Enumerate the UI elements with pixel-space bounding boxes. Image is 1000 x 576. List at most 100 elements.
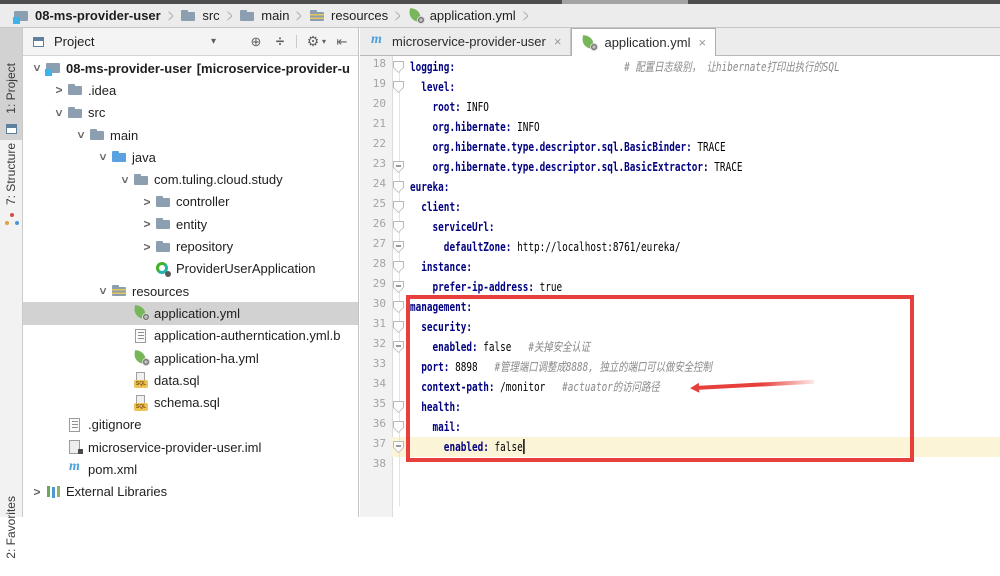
fold-open-icon[interactable] (393, 301, 404, 313)
tree-item-application-yml[interactable]: >application.yml (23, 302, 358, 325)
code-line-36[interactable]: mail: (410, 417, 840, 437)
tree-item-controller[interactable]: > controller (23, 191, 358, 213)
breadcrumb-item-application-yml[interactable]: application.yml (405, 8, 519, 24)
tree-item-resources[interactable]: > resources (23, 280, 358, 302)
chevron-collapsed-icon[interactable]: > (139, 195, 155, 209)
tree-item-idea[interactable]: > .idea (23, 79, 358, 101)
code-line-25[interactable]: client: (410, 197, 840, 217)
line-number: 27 (372, 237, 386, 250)
code-line-27[interactable]: defaultZone: http://localhost:8761/eurek… (410, 237, 840, 257)
code-line-37[interactable]: enabled: false (410, 437, 840, 457)
fold-open-icon[interactable] (393, 321, 404, 333)
code-line-30[interactable]: management: (410, 297, 840, 317)
code-line-26[interactable]: serviceUrl: (410, 217, 840, 237)
breadcrumb-separator-icon: > (395, 4, 401, 27)
code-line-34[interactable]: context-path: /monitor #actuator的访问路径 (410, 377, 840, 397)
tree-item-gitignore[interactable]: >.gitignore (23, 414, 358, 436)
tool-window-tab-favorites[interactable]: 2: Favorites (0, 496, 22, 576)
fold-open-icon[interactable] (393, 421, 404, 433)
tree-item-src[interactable]: > src (23, 102, 358, 124)
chevron-expanded-icon[interactable]: > (96, 283, 110, 299)
code-line-38[interactable] (410, 457, 840, 477)
code-line-35[interactable]: health: (410, 397, 840, 417)
tree-item-main[interactable]: > main (23, 124, 358, 146)
fold-open-icon[interactable] (393, 261, 404, 273)
fold-slot (393, 157, 407, 177)
tool-window-tab-project[interactable]: 1: Project (0, 28, 22, 140)
code-line-23[interactable]: org.hibernate.type.descriptor.sql.BasicE… (410, 157, 840, 177)
collapse-all-icon[interactable]: ÷ (272, 33, 288, 50)
fold-close-icon[interactable] (393, 161, 404, 173)
fold-marker-fill (394, 242, 403, 252)
fold-close-icon[interactable] (393, 441, 404, 453)
code-line-20[interactable]: root: INFO (410, 97, 840, 117)
fold-open-icon[interactable] (393, 181, 404, 193)
chevron-collapsed-icon[interactable]: > (139, 240, 155, 254)
close-tab-icon[interactable]: × (554, 34, 562, 49)
chevron-collapsed-icon[interactable]: > (139, 217, 155, 231)
hide-panel-icon[interactable]: ⇤ (334, 34, 350, 50)
breadcrumb-item-resources[interactable]: resources (306, 8, 391, 24)
code-line-28[interactable]: instance: (410, 257, 840, 277)
chevron-expanded-icon[interactable]: > (52, 105, 66, 121)
fold-open-icon[interactable] (393, 401, 404, 413)
tree-item-schema-sql[interactable]: >schema.sql (23, 391, 358, 413)
chevron-collapsed-icon[interactable]: > (29, 485, 45, 499)
close-tab-icon[interactable]: × (698, 35, 706, 50)
tree-item-08-ms-provider-user[interactable]: >08-ms-provider-user [microservice-provid… (23, 57, 358, 79)
spring-app-icon (155, 261, 172, 277)
breadcrumb-item-src[interactable]: src (177, 8, 222, 24)
code-line-21[interactable]: org.hibernate: INFO (410, 117, 840, 137)
fold-marker-fill (394, 342, 403, 352)
code-line-19[interactable]: level: (410, 77, 840, 97)
tree-item-entity[interactable]: > entity (23, 213, 358, 235)
tree-item-provideruserapplication[interactable]: >ProviderUserApplication (23, 258, 358, 280)
code-line-18[interactable]: logging: # 配置日志级别， 让hibernate打印出执行的SQL (410, 57, 840, 77)
fold-open-icon[interactable] (393, 61, 404, 73)
token-key: enabled: (410, 340, 478, 354)
tree-item-external-libraries[interactable]: > External Libraries (23, 481, 358, 503)
code-line-31[interactable]: security: (410, 317, 840, 337)
editor-tab-application-yml[interactable]: application.yml × (571, 28, 717, 56)
tree-item-repository[interactable]: > repository (23, 235, 358, 257)
chevron-expanded-icon[interactable]: > (96, 149, 110, 165)
fold-marker-dash (396, 165, 401, 167)
locate-file-icon[interactable]: ⊕ (248, 34, 264, 50)
fold-open-icon[interactable] (393, 221, 404, 233)
breadcrumb-item-08-ms-provider-user[interactable]: 08-ms-provider-user (10, 8, 164, 24)
text-cursor (522, 439, 525, 454)
line-number: 25 (372, 197, 386, 210)
fold-close-icon[interactable] (393, 281, 404, 293)
chevron-expanded-icon[interactable]: > (30, 60, 44, 76)
token-key: org.hibernate.type.descriptor.sql.BasicB… (410, 140, 692, 154)
chevron-collapsed-icon[interactable]: > (51, 83, 67, 97)
fold-close-icon[interactable] (393, 341, 404, 353)
tree-item-com-tuling-cloud-study[interactable]: > com.tuling.cloud.study (23, 168, 358, 190)
tree-item-microservice-provider-user-iml[interactable]: >microservice-provider-user.iml (23, 436, 358, 458)
tree-item-pom-xml[interactable]: >pom.xml (23, 458, 358, 480)
code-line-32[interactable]: enabled: false #关掉安全认证 (410, 337, 840, 357)
tree-item-java[interactable]: > java (23, 146, 358, 168)
breadcrumb-label: src (202, 8, 220, 23)
code-content[interactable]: logging: # 配置日志级别， 让hibernate打印出执行的SQL l… (410, 57, 840, 477)
chevron-expanded-icon[interactable]: > (118, 172, 132, 188)
code-line-22[interactable]: org.hibernate.type.descriptor.sql.BasicB… (410, 137, 840, 157)
tool-window-tab-structure[interactable]: 7: Structure (0, 143, 22, 231)
breadcrumb-item-main[interactable]: main (236, 8, 292, 24)
editor-body[interactable]: 18 19 20 21 22 23 24 25 26 27 28 29 30 31 32 33 34 35 36 37… (360, 56, 1000, 517)
tree-item-application-ha-yml[interactable]: >application-ha.yml (23, 347, 358, 369)
code-line-24[interactable]: eureka: (410, 177, 840, 197)
token-val: /monitor (494, 380, 546, 394)
editor-tab-microservice-provider-user[interactable]: microservice-provider-user × (360, 28, 572, 55)
tree-item-data-sql[interactable]: >data.sql (23, 369, 358, 391)
tree-item-label: 08-ms-provider-user (66, 60, 192, 76)
chevron-expanded-icon[interactable]: > (74, 127, 88, 143)
fold-open-icon[interactable] (393, 201, 404, 213)
code-line-29[interactable]: prefer-ip-address: true (410, 277, 840, 297)
fold-close-icon[interactable] (393, 241, 404, 253)
fold-open-icon[interactable] (393, 81, 404, 93)
code-line-33[interactable]: port: 8898 #管理端口调整成8888, 独立的端口可以做安全控制 (410, 357, 840, 377)
settings-gear-icon[interactable]: ⚙ ▾ (305, 33, 326, 50)
tree-item-application-autherntication-yml-b[interactable]: >application-autherntication.yml.b (23, 325, 358, 347)
chevron-down-icon[interactable]: ▾ (205, 36, 221, 47)
